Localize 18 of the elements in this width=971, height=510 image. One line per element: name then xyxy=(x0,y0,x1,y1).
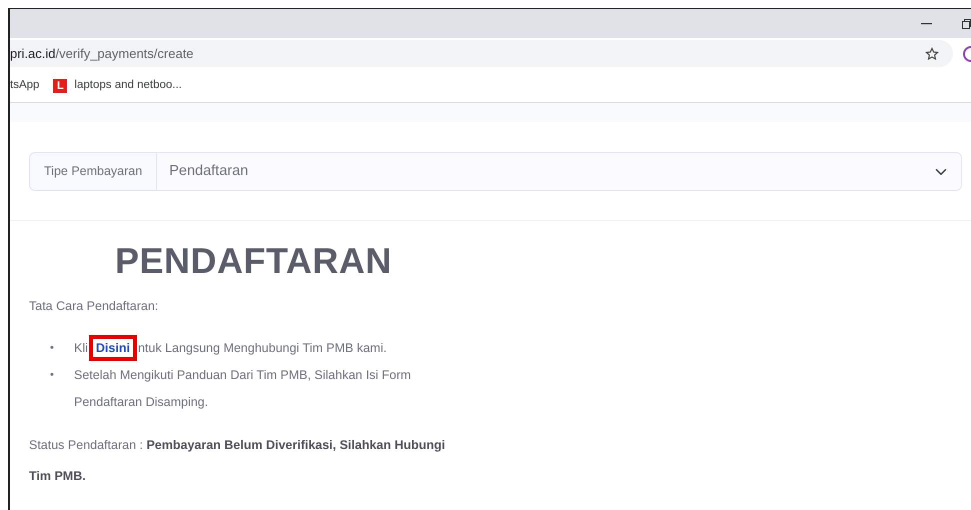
contact-link[interactable]: Disini xyxy=(96,341,130,356)
address-text: pri.ac.id/verify_payments/create xyxy=(10,44,195,63)
bullet: • xyxy=(50,368,55,384)
bookmark-label: laptops and netboo... xyxy=(74,78,182,93)
page-heading: PENDAFTARAN xyxy=(115,241,393,281)
step-text: Setelah Mengikuti Panduan Dari Tim PMB, Silahkan Isi Form Pendaftaran Disamping. xyxy=(74,367,412,412)
instructions-label: Tata Cara Pendaftaran: xyxy=(29,298,160,315)
bullet: • xyxy=(50,341,55,356)
star-icon[interactable] xyxy=(925,46,939,60)
profile-icon[interactable] xyxy=(963,46,971,62)
registration-status: Status Pendaftaran : Pembayaran Belum Diverifikasi, Silahkan Hubungi Tim PMB. xyxy=(29,437,446,486)
minimize-icon[interactable] xyxy=(921,22,932,24)
restore-icon[interactable] xyxy=(962,18,971,28)
payment-type-label: Tipe Pembayaran xyxy=(29,152,158,191)
bookmark-favicon-icon: L xyxy=(53,78,68,92)
bookmark-link[interactable]: tsApp xyxy=(10,76,40,94)
address-bar[interactable]: pri.ac.id/verify_payments/create xyxy=(10,40,953,67)
step-text: Kli Disini ntuk Langsung Menghubungi Tim PMB kami. xyxy=(74,335,387,362)
